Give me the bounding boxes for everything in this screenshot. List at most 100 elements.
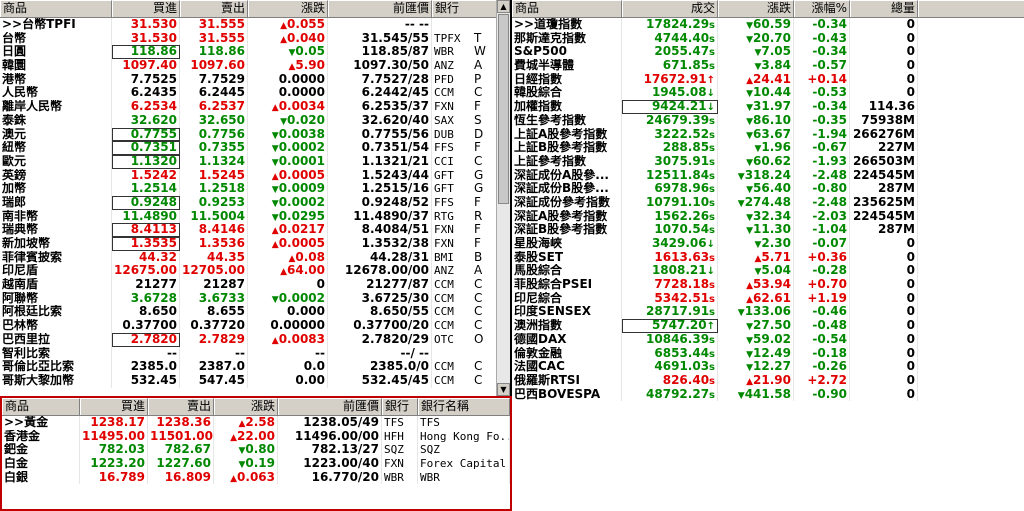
table-row[interactable]: 加權指數 9424.21↓ ▼31.97 -0.34 114.36 xyxy=(512,100,1024,114)
table-row[interactable]: 澳元 0.7755 0.7756 ▼0.0038 0.7755/56 DUB D xyxy=(0,127,510,142)
item-name[interactable]: 巴西里拉 xyxy=(0,332,112,347)
table-row[interactable]: 巴西里拉 2.7820 2.7829 ▲0.0083 2.7820/29 OTC O xyxy=(0,332,510,347)
table-row[interactable]: 瑞典幣 8.4113 8.4146 ▲0.0217 8.4084/51 FXN F xyxy=(0,223,510,237)
item-name[interactable]: 上証參考指數 xyxy=(512,154,622,169)
table-row[interactable]: >>黃金 1238.17 1238.36 ▲2.58 1238.05/49 TFS TFS xyxy=(2,416,510,430)
fx-col-bank[interactable]: 銀行 xyxy=(432,0,497,17)
item-name[interactable]: 澳元 xyxy=(0,127,112,142)
item-name[interactable]: 上証B股參考指數 xyxy=(512,141,622,155)
item-name[interactable]: 日圓 xyxy=(0,45,112,60)
table-row[interactable]: 白銀 16.789 16.809 ▲0.063 16.770/20 WBR WBR xyxy=(2,470,510,485)
table-row[interactable]: 阿聯幣 3.6728 3.6733 ▼0.0002 3.6725/30 CCM C xyxy=(0,291,510,306)
table-row[interactable]: 倫敦金融 6853.44s ▼12.49 -0.18 0 xyxy=(512,346,1024,361)
fx-scrollbar[interactable]: ▲ ▼ xyxy=(496,0,510,396)
item-name[interactable]: 越南盾 xyxy=(0,278,112,292)
table-row[interactable]: 鈀金 782.03 782.67 ▼0.80 782.13/27 SQZ SQZ xyxy=(2,443,510,458)
table-row[interactable]: 澳洲指數 5747.20↑ ▼27.50 -0.48 0 xyxy=(512,319,1024,333)
table-row[interactable]: 德國DAX 10846.39s ▼59.02 -0.54 0 xyxy=(512,332,1024,347)
table-row[interactable]: 越南盾 21277 21287 0 21277/87 CCM C xyxy=(0,277,510,292)
fx-col-bid[interactable]: 買進 xyxy=(112,0,180,17)
table-row[interactable]: 台幣 31.530 31.555 ▲0.040 31.545/55 TPFX T xyxy=(0,31,510,46)
item-name[interactable]: 德國DAX xyxy=(512,332,622,347)
scroll-up-icon[interactable]: ▲ xyxy=(497,0,510,13)
item-name[interactable]: 南非幣 xyxy=(0,209,112,224)
item-name[interactable]: 倫敦金融 xyxy=(512,346,622,361)
table-row[interactable]: 印度SENSEX 28717.91s ▼133.06 -0.46 0 xyxy=(512,305,1024,320)
table-row[interactable]: 紐幣 0.7351 0.7355 ▼0.0002 0.7351/54 FFS F xyxy=(0,140,510,155)
table-row[interactable]: 印尼綜合 5342.51s ▲62.61 +1.19 0 xyxy=(512,291,1024,306)
table-row[interactable]: 深証成份B股參... 6978.96s ▼56.40 -0.80 287M xyxy=(512,182,1024,196)
table-row[interactable]: 加幣 1.2514 1.2518 ▼0.0009 1.2515/16 GFT G xyxy=(0,182,510,196)
item-name[interactable]: 澳洲指數 xyxy=(512,319,622,333)
index-col-last[interactable]: 成交 xyxy=(622,0,718,17)
table-row[interactable]: 英鎊 1.5242 1.5245 ▲0.0005 1.5243/44 GFT G xyxy=(0,168,510,183)
table-row[interactable]: 離岸人民幣 6.2534 6.2537 ▲0.0034 6.2535/37 FXN F xyxy=(0,99,510,114)
item-name[interactable]: 離岸人民幣 xyxy=(0,100,112,114)
item-name[interactable]: 韓圜 xyxy=(0,59,112,73)
item-name[interactable]: 哥斯大黎加幣 xyxy=(0,373,112,388)
metals-col-prev[interactable]: 前匯價 xyxy=(278,398,382,415)
metals-col-bank[interactable]: 銀行 xyxy=(382,398,418,415)
item-name[interactable]: 台幣 xyxy=(0,31,112,46)
table-row[interactable]: 菲股綜合PSEI 7728.18s ▲53.94 +0.70 0 xyxy=(512,278,1024,292)
item-name[interactable]: 白金 xyxy=(2,457,80,471)
item-name[interactable]: 印尼盾 xyxy=(0,264,112,279)
table-row[interactable]: 印尼盾 12675.00 12705.00 ▲64.00 12678.00/00 ANZ A xyxy=(0,264,510,279)
item-name[interactable]: 印度SENSEX xyxy=(512,305,622,320)
metals-col-change[interactable]: 漲跌 xyxy=(214,398,278,415)
item-name[interactable]: >>道瓊指數 xyxy=(512,18,622,32)
metals-col-bankname[interactable]: 銀行名稱 xyxy=(418,398,510,415)
table-row[interactable]: 巴西BOVESPA 48792.27s ▼441.58 -0.90 0 xyxy=(512,387,1024,402)
item-name[interactable]: 新加坡幣 xyxy=(0,237,112,251)
item-name[interactable]: 深証成份參考指數 xyxy=(512,195,622,210)
table-row[interactable]: 南非幣 11.4890 11.5004 ▼0.0295 11.4890/37 RTG R xyxy=(0,209,510,224)
item-name[interactable]: 深証成份A股參... xyxy=(512,168,622,183)
item-name[interactable]: 鈀金 xyxy=(2,443,80,458)
item-name[interactable]: 深証成份B股參... xyxy=(512,182,622,196)
index-col-volume[interactable]: 總量 xyxy=(850,0,918,17)
table-row[interactable]: 費城半導體 671.85s ▼3.84 -0.57 0 xyxy=(512,59,1024,73)
table-row[interactable]: 人民幣 6.2435 6.2445 0.0000 6.2442/45 CCM C xyxy=(0,86,510,101)
item-name[interactable]: >>台幣TPFI xyxy=(0,18,112,32)
table-row[interactable]: 俄羅斯RTSI 826.40s ▲21.90 +2.72 0 xyxy=(512,373,1024,388)
item-name[interactable]: 那斯達克指數 xyxy=(512,31,622,46)
fx-col-change[interactable]: 漲跌 xyxy=(248,0,328,17)
table-row[interactable]: 日圓 118.86 118.86 ▼0.05 118.85/87 WBR W xyxy=(0,45,510,60)
item-name[interactable]: 深証A股參考指數 xyxy=(512,209,622,224)
table-row[interactable]: 恆生參考指數 24679.39s ▼86.10 -0.35 75938M xyxy=(512,113,1024,128)
table-row[interactable]: >>道瓊指數 17824.29s ▼60.59 -0.34 0 xyxy=(512,18,1024,32)
index-col-pct[interactable]: 漲幅% xyxy=(794,0,850,17)
item-name[interactable]: 巴西BOVESPA xyxy=(512,387,622,402)
item-name[interactable]: 泰股SET xyxy=(512,250,622,265)
item-name[interactable]: 紐幣 xyxy=(0,141,112,155)
metals-col-ask[interactable]: 賣出 xyxy=(148,398,214,415)
table-row[interactable]: 上証A股參考指數 3222.52s ▼63.67 -1.94 266276M xyxy=(512,127,1024,142)
item-name[interactable]: 阿聯幣 xyxy=(0,291,112,306)
item-name[interactable]: 瑞郎 xyxy=(0,195,112,210)
item-name[interactable]: 歐元 xyxy=(0,154,112,169)
table-row[interactable]: 瑞郎 0.9248 0.9253 ▼0.0002 0.9248/52 FFS F xyxy=(0,195,510,210)
item-name[interactable]: S&P500 xyxy=(512,45,622,60)
table-row[interactable]: 日經指數 17672.91↑ ▲24.41 +0.14 0 xyxy=(512,72,1024,87)
item-name[interactable]: 日經指數 xyxy=(512,72,622,87)
item-name[interactable]: 上証A股參考指數 xyxy=(512,127,622,142)
table-row[interactable]: 星股海峽 3429.06↓ ▼2.30 -0.07 0 xyxy=(512,237,1024,251)
item-name[interactable]: 哥倫比亞比索 xyxy=(0,360,112,374)
table-row[interactable]: 哥斯大黎加幣 532.45 547.45 0.00 532.45/45 CCM C xyxy=(0,373,510,388)
table-row[interactable]: 智利比索 -- -- -- --/ -- xyxy=(0,346,510,361)
table-row[interactable]: 白金 1223.20 1227.60 ▼0.19 1223.00/40 FXN Forex … xyxy=(2,457,510,471)
item-name[interactable]: 泰銖 xyxy=(0,113,112,128)
item-name[interactable]: 恆生參考指數 xyxy=(512,113,622,128)
fx-col-prev[interactable]: 前匯價 xyxy=(328,0,432,17)
table-row[interactable]: 韓股綜合 1945.08↓ ▼10.44 -0.53 0 xyxy=(512,86,1024,101)
item-name[interactable]: 阿根廷比索 xyxy=(0,305,112,320)
table-row[interactable]: 上証B股參考指數 288.85s ▼1.96 -0.67 227M xyxy=(512,141,1024,155)
item-name[interactable]: 印尼綜合 xyxy=(512,291,622,306)
table-row[interactable]: 深証B股參考指數 1070.54s ▼11.30 -1.04 287M xyxy=(512,223,1024,237)
item-name[interactable]: >>黃金 xyxy=(2,416,80,430)
item-name[interactable]: 港幣 xyxy=(0,72,112,87)
item-name[interactable]: 英鎊 xyxy=(0,168,112,183)
item-name[interactable]: 菲律賓披索 xyxy=(0,250,112,265)
table-row[interactable]: 深証成份A股參... 12511.84s ▼318.24 -2.48 224545M xyxy=(512,168,1024,183)
item-name[interactable]: 人民幣 xyxy=(0,86,112,101)
